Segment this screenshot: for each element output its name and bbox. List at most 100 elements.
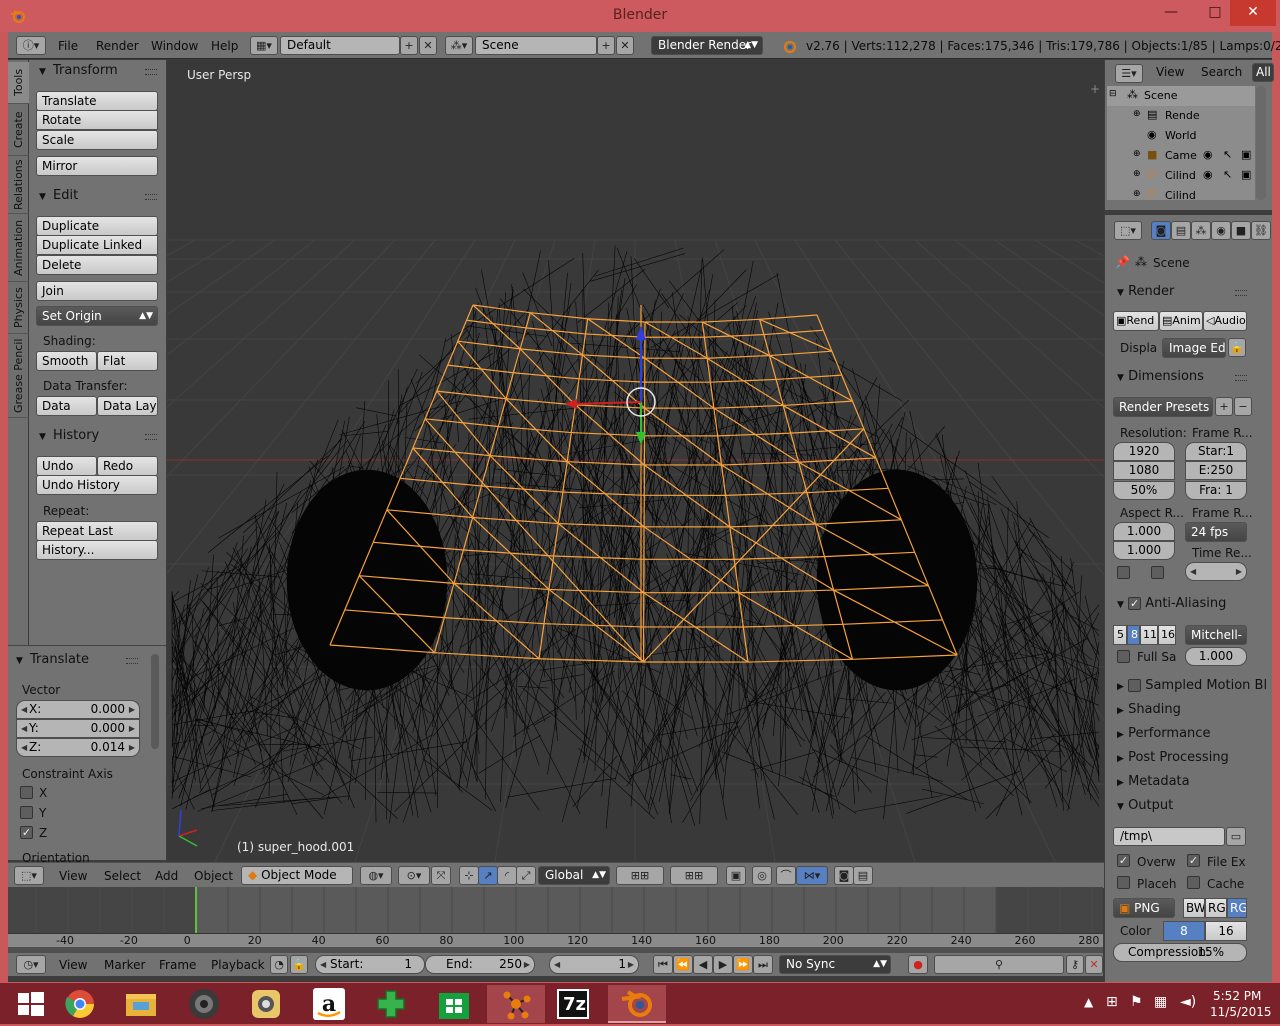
show-hidden-icons-icon[interactable]: ▲ [1084,995,1093,1009]
panel-grip-icon[interactable] [1235,290,1247,296]
timeline[interactable]: -40-200204060801001201401601802002202402… [8,887,1103,952]
frame-end-field[interactable]: E:250 [1185,461,1247,480]
frame-start-field[interactable]: ◀Start:1 [315,955,425,974]
join-button[interactable]: Join [36,281,158,301]
color-depth-16[interactable]: 16 [1205,921,1247,941]
color-rgb-button[interactable]: RG [1205,898,1227,918]
scale-button[interactable]: Scale [36,130,158,150]
render-camera-icon[interactable]: ▣ [1241,168,1251,181]
visibility-eye-icon[interactable]: ◉ [1203,168,1213,181]
resolution-x-field[interactable]: 1920 [1113,442,1175,461]
operator-panel-header[interactable]: ▼Translate [16,652,89,667]
health-app-taskbar-button[interactable] [362,985,420,1023]
pivot-point-icon[interactable]: ⊙▾ [398,866,430,885]
remove-preset-icon[interactable]: − [1234,397,1252,416]
scene-icon[interactable]: ⁂▾ [445,36,473,55]
select-menu[interactable]: Select [104,869,141,883]
jump-start-icon[interactable]: ⏮ [653,955,673,974]
panel-grip-icon[interactable] [126,658,138,664]
aa-samples-8[interactable]: 8 [1127,625,1140,645]
play-reverse-icon[interactable]: ◀ [693,955,713,974]
flat-button[interactable]: Flat [97,351,158,371]
performance-panel-header[interactable]: ▶ Performance [1117,726,1210,741]
3d-viewport[interactable]: User Persp (1) super_hood.001 + [167,60,1104,862]
snap-element-icon[interactable]: ⋈▾ [796,866,828,885]
color-depth-8[interactable]: 8 [1163,921,1205,941]
set-origin-select[interactable]: Set Origin▲▼ [36,306,158,326]
outliner-list[interactable]: ⊟⁂Scene ⊕▤Rende ◉World ⊕■Came◉↖▣ ⊕▽Cilin… [1107,86,1255,200]
sync-mode-select[interactable]: No Sync▲▼ [779,955,891,974]
color-rgba-button[interactable]: RG [1227,898,1247,918]
file-format-select[interactable]: ▣ PNG [1113,898,1175,918]
display-select[interactable]: Image Ed [1162,338,1226,358]
panel-history-header[interactable]: ▼History [39,428,99,443]
tab-relations[interactable]: Relations [8,156,29,214]
vector-y-field[interactable]: ◀Y:0.000▶ [16,719,140,738]
properties-scrollbar[interactable] [1258,250,1266,970]
frame-start-field[interactable]: Star:1 [1185,442,1247,461]
visibility-eye-icon[interactable]: ◉ [1203,148,1213,161]
render-image-button[interactable]: ▣Rend [1113,311,1159,331]
editor-type-icon[interactable]: ⬚▾ [14,866,44,885]
repeat-last-button[interactable]: Repeat Last [36,521,158,541]
lock-interface-icon[interactable]: 🔒 [1228,338,1246,357]
panel-edit-header[interactable]: ▼Edit [39,188,78,203]
aspect-y-field[interactable]: 1.000 [1113,541,1175,560]
audio-app-taskbar-button[interactable] [237,985,295,1023]
scale-manipulator-icon[interactable]: ⤢ [516,866,536,885]
select-arrow-icon[interactable]: ↖ [1223,168,1232,181]
outliner-editor-type-icon[interactable]: ☰▾ [1115,64,1143,83]
manipulator-axes-icon[interactable]: ⊹ [459,866,479,885]
proportional-edit-icon[interactable]: ◎ [752,866,772,885]
blender-taskbar-button[interactable] [608,985,666,1023]
view-menu[interactable]: View [59,869,87,883]
panel-grip-icon[interactable] [145,434,157,440]
duplicate-button[interactable]: Duplicate [36,216,158,236]
rotate-button[interactable]: Rotate [36,110,158,130]
tab-physics[interactable]: Physics [8,282,29,334]
compression-slider[interactable]: Compression:15% [1113,943,1247,962]
timeline-editor-type-icon[interactable]: ◷▾ [16,955,46,974]
translate-manipulator-icon[interactable]: ↗ [478,866,498,885]
jump-end-icon[interactable]: ⏭ [753,955,773,974]
screen-layout-icon[interactable]: ▦▾ [250,36,278,55]
list-item[interactable]: ⊟⁂Scene [1107,86,1255,106]
render-camera-icon[interactable]: ▣ [1241,148,1251,161]
scene-layers-2-icon[interactable]: ⊞⊞ [670,866,718,885]
render-layers-tab-icon[interactable]: ▤ [1171,221,1191,240]
list-item[interactable]: ⊕■Came◉↖▣ [1107,146,1255,166]
network-icon[interactable]: ▦ [1154,994,1167,1010]
preview-range-icon[interactable]: ◔ [270,955,288,974]
constraint-x-checkbox[interactable] [20,786,33,799]
info-editor-type-icon[interactable]: ⓘ▾ [16,36,46,55]
store-taskbar-button[interactable] [425,985,483,1023]
outliner-display-select[interactable]: All [1252,63,1274,82]
translate-button[interactable]: Translate [36,91,158,111]
frame-rate-select[interactable]: 24 fps [1185,522,1247,542]
chrome-taskbar-button[interactable] [50,985,108,1023]
render-audio-button[interactable]: ◁Audio [1203,311,1247,331]
action-center-icon[interactable]: ⚑ [1130,994,1143,1010]
record-icon[interactable]: ● [908,955,928,974]
color-bw-button[interactable]: BW [1183,898,1205,918]
tab-animation[interactable]: Animation [8,214,29,282]
layout-field[interactable]: Default [280,36,400,55]
panel-transform-header[interactable]: ▼Transform [39,63,118,78]
panel-grip-icon[interactable] [1235,375,1247,381]
full-sample-checkbox[interactable] [1117,650,1130,663]
menu-window[interactable]: Window [151,39,198,53]
data-button[interactable]: Data [36,396,97,416]
data-layout-button[interactable]: Data Layo [97,396,158,416]
scene-layers-icon[interactable]: ⊞⊞ [616,866,664,885]
placeholders-checkbox[interactable] [1117,876,1130,889]
delete-keyframe-icon[interactable]: ✕ [1085,955,1103,974]
aspect-x-field[interactable]: 1.000 [1113,522,1175,541]
constraints-tab-icon[interactable]: ⛓ [1251,221,1271,240]
render-presets-select[interactable]: Render Presets [1113,397,1213,417]
minimize-button[interactable]: — [1154,0,1188,26]
media-player-taskbar-button[interactable] [175,985,233,1023]
keying-set-field[interactable]: ⚲ [934,955,1064,974]
output-panel-header[interactable]: ▼ Output [1117,798,1173,813]
menu-help[interactable]: Help [211,39,238,53]
jump-keyframe-back-icon[interactable]: ⏪ [673,955,693,974]
